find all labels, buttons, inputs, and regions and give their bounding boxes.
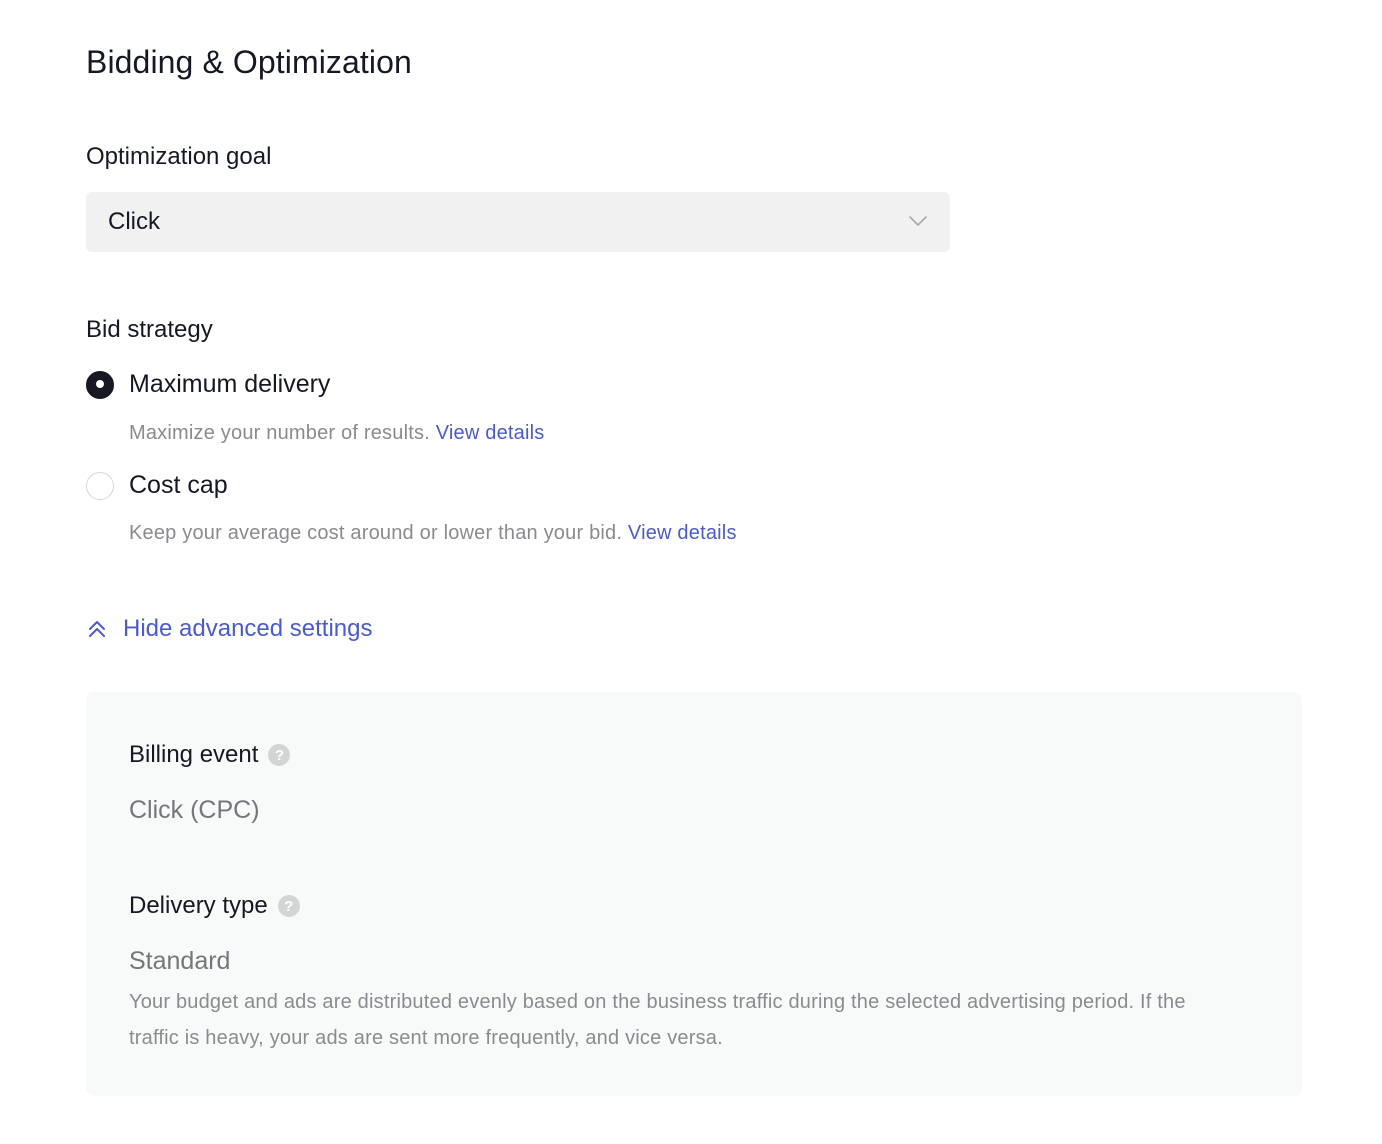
cost-cap-description: Keep your average cost around or lower t…: [129, 522, 737, 545]
maximum-delivery-description-text: Maximize your number of results.: [129, 422, 430, 444]
billing-event-label: Billing event ?: [129, 741, 291, 769]
double-chevron-up-icon: [89, 621, 105, 637]
bid-option-cost-cap[interactable]: Cost cap: [86, 471, 228, 500]
maximum-delivery-description: Maximize your number of results. View de…: [129, 422, 544, 445]
hide-advanced-settings-label: Hide advanced settings: [123, 615, 373, 642]
delivery-type-description: Your budget and ads are distributed even…: [129, 991, 1186, 1049]
cost-cap-view-details-link[interactable]: View details: [628, 522, 737, 544]
bid-option-maximum-delivery[interactable]: Maximum delivery: [86, 370, 330, 399]
radio-maximum-delivery[interactable]: [86, 370, 114, 399]
cost-cap-description-text: Keep your average cost around or lower t…: [129, 522, 623, 544]
delivery-type-label-text: Delivery type: [129, 892, 268, 919]
advanced-settings-panel: Billing event ? Click (CPC) Delivery typ…: [86, 692, 1302, 1096]
delivery-type-value: Standard: [129, 947, 231, 975]
bidding-optimization-section: Bidding & Optimization Optimization goal…: [86, 0, 1302, 1144]
radio-label-maximum-delivery: Maximum delivery: [129, 370, 331, 398]
optimization-goal-value: Click: [108, 208, 160, 235]
optimization-goal-select[interactable]: Click: [86, 192, 950, 252]
hide-advanced-settings-toggle[interactable]: Hide advanced settings: [86, 615, 373, 643]
maximum-delivery-view-details-link[interactable]: View details: [436, 422, 545, 444]
radio-label-cost-cap: Cost cap: [129, 471, 228, 499]
radio-cost-cap[interactable]: [86, 471, 114, 500]
help-icon[interactable]: ?: [268, 744, 291, 766]
section-title: Bidding & Optimization: [86, 44, 412, 80]
delivery-type-label: Delivery type ?: [129, 892, 300, 920]
billing-event-value: Click (CPC): [129, 796, 260, 824]
bid-strategy-label: Bid strategy: [86, 316, 213, 343]
optimization-goal-label: Optimization goal: [86, 143, 272, 170]
billing-event-label-text: Billing event: [129, 741, 259, 768]
help-icon[interactable]: ?: [277, 895, 300, 917]
chevron-down-icon: [909, 216, 927, 226]
